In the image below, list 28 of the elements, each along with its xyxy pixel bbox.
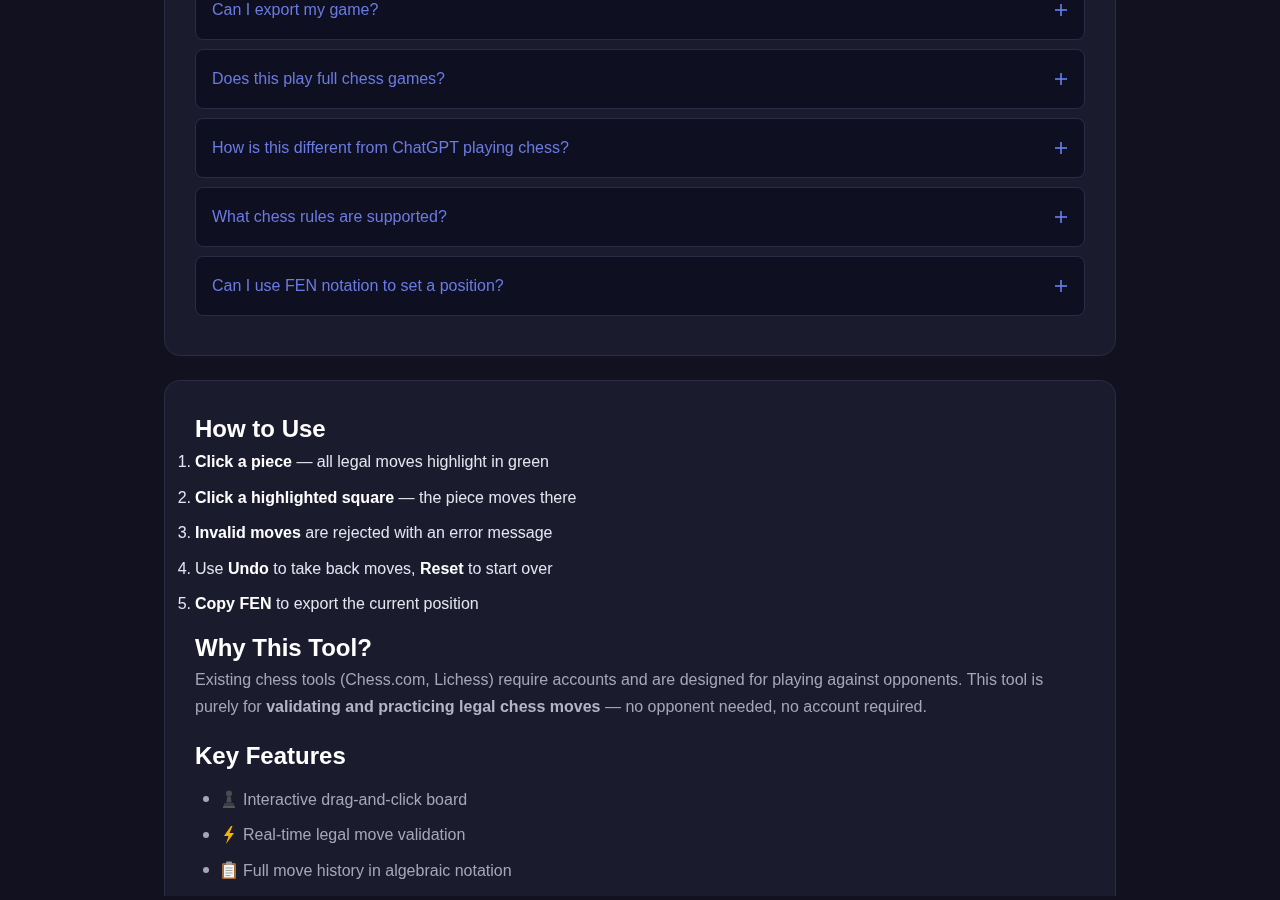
step-number: 3. bbox=[177, 523, 191, 543]
step-number: 4. bbox=[177, 558, 191, 578]
feature-text: Interactive drag-and-click board bbox=[243, 789, 468, 809]
step-text: Click a piece — all legal moves highlight in green bbox=[195, 452, 549, 472]
faq-item[interactable]: What chess rules are supported? bbox=[195, 187, 1085, 247]
clipboard-icon bbox=[221, 861, 237, 880]
step-number: 1. bbox=[177, 452, 191, 472]
step-number: 2. bbox=[177, 487, 191, 507]
bullet-icon bbox=[203, 831, 209, 838]
faq-item[interactable]: Can I use FEN notation to set a position? bbox=[195, 256, 1085, 316]
description-paragraph: Existing chess tools (Chess.com, Lichess) require accounts and are designed for playing against opponents. This tool is purely for validating and practicing legal chess moves — no opponent needed, no account required. bbox=[195, 669, 1045, 717]
bullet-icon bbox=[203, 867, 209, 874]
feature-text: Full move history in algebraic notation bbox=[243, 860, 512, 880]
step-text: Click a highlighted square — the piece moves there bbox=[195, 487, 577, 507]
step-text: Copy FEN to export the current position bbox=[195, 594, 479, 614]
section-heading: How to Use bbox=[195, 414, 327, 444]
section-heading: Key Features bbox=[195, 740, 347, 771]
step-text: Use Undo to take back moves, Reset to start over bbox=[195, 558, 553, 578]
bullet-icon bbox=[203, 796, 209, 803]
faq-item[interactable]: Can I export my game? bbox=[195, 0, 1085, 40]
faq-item[interactable]: How is this different from ChatGPT playing chess? bbox=[195, 118, 1085, 178]
faq-item[interactable]: Does this play full chess games? bbox=[195, 49, 1085, 109]
step-number: 5. bbox=[177, 594, 191, 614]
step-text: Invalid moves are rejected with an error message bbox=[195, 523, 553, 543]
pawn-icon bbox=[221, 790, 237, 809]
feature-text: Real-time legal move validation bbox=[243, 825, 466, 845]
section-heading: Why This Tool? bbox=[195, 632, 373, 663]
lightning-icon bbox=[221, 825, 237, 844]
